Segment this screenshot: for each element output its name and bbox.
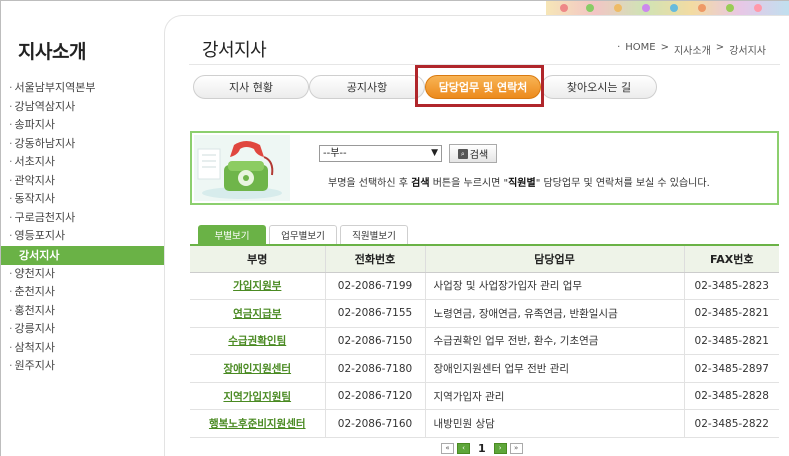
- duty-cell: 노령연금, 장애연금, 유족연금, 반환일시금: [425, 299, 685, 328]
- search-icon: ⌕: [457, 148, 468, 159]
- help-text-part: 버튼을 누르시면 ": [429, 178, 509, 189]
- contacts-table: 부명 전화번호 담당업무 FAX번호 가입지원부 02-2086-7199 사업장 …: [190, 244, 779, 439]
- column-header-phone: 전화번호: [325, 244, 426, 273]
- pagination: « ‹ 1 › »: [441, 442, 523, 455]
- sidebar-item[interactable]: 서울남부지역본부: [1, 79, 177, 98]
- phone-cell: 02-2086-7150: [325, 327, 426, 356]
- sidebar-item[interactable]: 원주지사: [1, 357, 177, 376]
- search-help-text: 부명을 선택하신 후 검색 버튼을 누르시면 "직원별" 담당업무 및 연락처를…: [328, 174, 710, 189]
- current-page-number[interactable]: 1: [478, 442, 486, 455]
- sidebar-item[interactable]: 관악지사: [1, 172, 177, 191]
- duty-cell: 수급권확인 업무 전반, 환수, 기초연금: [425, 327, 685, 356]
- department-link[interactable]: 가입지원부: [190, 272, 326, 301]
- column-header-duty: 담당업무: [425, 244, 685, 273]
- phone-cell: 02-2086-7180: [325, 354, 426, 383]
- table-row: 수급권확인팀 02-2086-7150 수급권확인 업무 전반, 환수, 기초연금 0…: [190, 327, 779, 356]
- fax-cell: 02-3485-2828: [684, 382, 779, 411]
- sidebar-item[interactable]: 홍천지사: [1, 302, 177, 321]
- subtab-by-department[interactable]: 부별보기: [198, 225, 266, 244]
- last-page-button[interactable]: »: [509, 443, 523, 454]
- fax-cell: 02-3485-2822: [684, 409, 779, 439]
- phone-cell: 02-2086-7120: [325, 382, 426, 411]
- department-select-value: --부--: [323, 148, 347, 159]
- sidebar-item[interactable]: 송파지사: [1, 116, 177, 135]
- sidebar-item[interactable]: 강서지사: [1, 245, 177, 265]
- tab-branch-status[interactable]: 지사 현황: [193, 75, 309, 99]
- breadcrumb-separator: >: [715, 42, 725, 53]
- duty-cell: 내방민원 상담: [425, 409, 685, 439]
- sidebar-item[interactable]: 강릉지사: [1, 320, 177, 339]
- telephone-illustration-icon: [194, 135, 290, 201]
- first-page-button[interactable]: «: [441, 443, 454, 454]
- department-link[interactable]: 장애인지원센터: [190, 354, 326, 383]
- column-header-fax: FAX번호: [684, 244, 779, 273]
- table-row: 연금지급부 02-2086-7155 노령연금, 장애연금, 유족연금, 반환일시금…: [190, 299, 779, 328]
- column-header-department: 부명: [190, 244, 326, 273]
- table-row: 장애인지원센터 02-2086-7180 장애인지원센터 업무 전반 관리 02-34…: [190, 354, 779, 383]
- page-frame: 지사소개 서울남부지역본부강남역삼지사송파지사강동하남지사서초지사관악지사동작지…: [0, 0, 789, 456]
- duty-cell: 사업장 및 사업장가입자 관리 업무: [425, 272, 685, 301]
- table-row: 지역가입지원팀 02-2086-7120 지역가입자 관리 02-3485-2828: [190, 382, 779, 411]
- help-text-emphasis: 검색: [411, 178, 430, 189]
- duty-cell: 지역가입자 관리: [425, 382, 685, 411]
- department-link[interactable]: 지역가입지원팀: [190, 382, 326, 411]
- breadcrumb-current: 강서지사: [729, 46, 766, 57]
- search-button-label: 검색: [469, 150, 489, 161]
- tab-directions[interactable]: 찾아오시는 길: [541, 75, 657, 99]
- chevron-down-icon: ▼: [431, 148, 438, 158]
- help-text-part: 부명을 선택하신 후: [328, 178, 412, 189]
- breadcrumb-section[interactable]: 지사소개: [674, 42, 711, 57]
- phone-cell: 02-2086-7199: [325, 272, 426, 301]
- breadcrumb-prefix: ·: [617, 42, 621, 53]
- sidebar-item[interactable]: 구로금천지사: [1, 209, 177, 228]
- search-button[interactable]: ⌕ 검색: [449, 144, 497, 163]
- sidebar-title: 지사소개: [18, 41, 86, 63]
- fax-cell: 02-3485-2821: [684, 327, 779, 356]
- department-link[interactable]: 수급권확인팀: [190, 327, 326, 356]
- fax-cell: 02-3485-2823: [684, 272, 779, 301]
- sidebar-item[interactable]: 강남역삼지사: [1, 98, 177, 117]
- phone-cell: 02-2086-7160: [325, 409, 426, 439]
- prev-page-button[interactable]: ‹: [457, 443, 470, 454]
- sidebar: 지사소개 서울남부지역본부강남역삼지사송파지사강동하남지사서초지사관악지사동작지…: [1, 1, 177, 456]
- tab-notices[interactable]: 공지사항: [309, 75, 425, 99]
- active-tab-highlight-frame: [415, 65, 544, 107]
- sidebar-item[interactable]: 양천지사: [1, 265, 177, 284]
- sidebar-item[interactable]: 강동하남지사: [1, 135, 177, 154]
- department-search-box: --부-- ▼ ⌕ 검색 부명을 선택하신 후 검색 버튼을 누르시면 "직원별…: [190, 131, 779, 205]
- table-row: 행복노후준비지원센터 02-2086-7160 내방민원 상담 02-3485-282…: [190, 409, 779, 439]
- fax-cell: 02-3485-2821: [684, 299, 779, 328]
- subtab-by-duty[interactable]: 업무별보기: [269, 225, 337, 244]
- next-page-button[interactable]: ›: [493, 443, 507, 454]
- duty-cell: 장애인지원센터 업무 전반 관리: [425, 354, 685, 383]
- breadcrumb: · HOME > 지사소개 > 강서지사: [617, 42, 766, 57]
- breadcrumb-home[interactable]: HOME: [625, 42, 655, 57]
- department-link[interactable]: 행복노후준비지원센터: [190, 409, 326, 439]
- department-link[interactable]: 연금지급부: [190, 299, 326, 328]
- sidebar-item[interactable]: 동작지사: [1, 190, 177, 209]
- table-row: 가입지원부 02-2086-7199 사업장 및 사업장가입자 관리 업무 02-34…: [190, 272, 779, 301]
- sidebar-item[interactable]: 서초지사: [1, 153, 177, 172]
- decorative-banner: [546, 1, 789, 15]
- department-select[interactable]: --부-- ▼: [319, 145, 442, 162]
- help-text-emphasis: 직원별: [508, 178, 536, 189]
- help-text-part: " 담당업무 및 연락처를 보실 수 있습니다.: [535, 178, 710, 189]
- fax-cell: 02-3485-2897: [684, 354, 779, 383]
- phone-cell: 02-2086-7155: [325, 299, 426, 328]
- table-header-row: 부명 전화번호 담당업무 FAX번호: [190, 244, 779, 273]
- sidebar-item[interactable]: 영등포지사: [1, 227, 177, 246]
- subtab-by-staff[interactable]: 직원별보기: [340, 225, 408, 244]
- sidebar-menu: 서울남부지역본부강남역삼지사송파지사강동하남지사서초지사관악지사동작지사구로금천…: [1, 79, 177, 376]
- page-title: 강서지사: [202, 40, 267, 61]
- sidebar-item[interactable]: 춘천지사: [1, 283, 177, 302]
- sidebar-item[interactable]: 삼척지사: [1, 339, 177, 358]
- breadcrumb-separator: >: [660, 42, 669, 53]
